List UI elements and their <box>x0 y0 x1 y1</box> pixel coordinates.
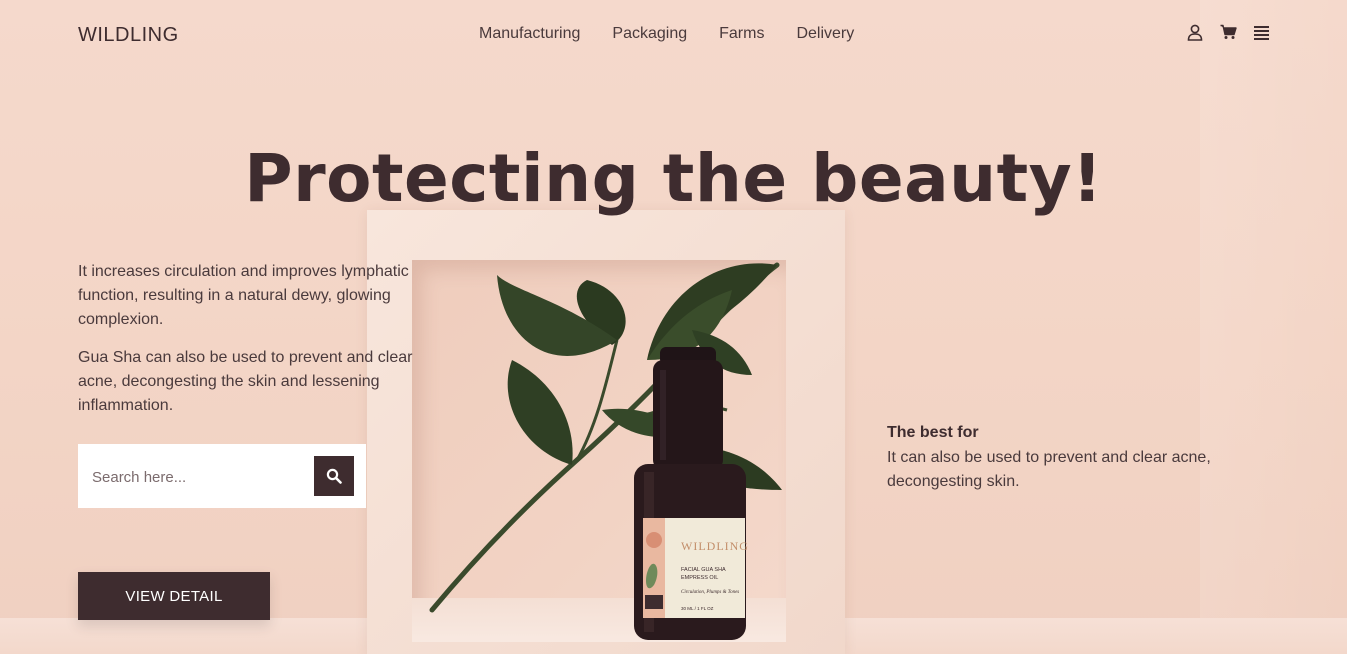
user-icon[interactable] <box>1186 23 1204 41</box>
nav-item-manufacturing[interactable]: Manufacturing <box>479 25 580 43</box>
search-icon <box>326 468 342 484</box>
view-detail-button[interactable]: VIEW DETAIL <box>78 572 270 620</box>
search-button[interactable] <box>314 456 354 496</box>
feature-block: The best for It can also be used to prev… <box>887 422 1217 494</box>
main-nav: Manufacturing Packaging Farms Delivery <box>479 25 854 43</box>
cart-icon[interactable] <box>1219 23 1237 41</box>
feature-text: It can also be used to prevent and clear… <box>887 449 1211 490</box>
svg-text:WILDLING: WILDLING <box>681 539 749 553</box>
svg-text:30 ML / 1 FL OZ: 30 ML / 1 FL OZ <box>681 606 714 611</box>
nav-item-farms[interactable]: Farms <box>719 25 764 43</box>
header-actions <box>1186 23 1270 41</box>
intro-paragraph-1: It increases circulation and improves ly… <box>78 263 409 328</box>
svg-text:FACIAL GUA SHA: FACIAL GUA SHA <box>681 567 726 573</box>
background-wall-panel <box>1200 0 1347 654</box>
svg-text:Circulation, Plumps & Tones: Circulation, Plumps & Tones <box>681 590 739 595</box>
feature-heading: The best for <box>887 424 979 441</box>
menu-icon[interactable] <box>1252 23 1270 41</box>
hero-title: Protecting the beauty! <box>244 140 1103 217</box>
nav-item-delivery[interactable]: Delivery <box>796 25 854 43</box>
brand-logo[interactable]: WILDLING <box>78 24 179 47</box>
hero-intro: It increases circulation and improves ly… <box>78 260 438 432</box>
intro-paragraph-2: Gua Sha can also be used to prevent and … <box>78 349 413 414</box>
nav-item-packaging[interactable]: Packaging <box>612 25 687 43</box>
search-input[interactable] <box>90 464 314 490</box>
svg-text:EMPRESS OIL: EMPRESS OIL <box>681 575 718 581</box>
search-box <box>78 444 366 508</box>
